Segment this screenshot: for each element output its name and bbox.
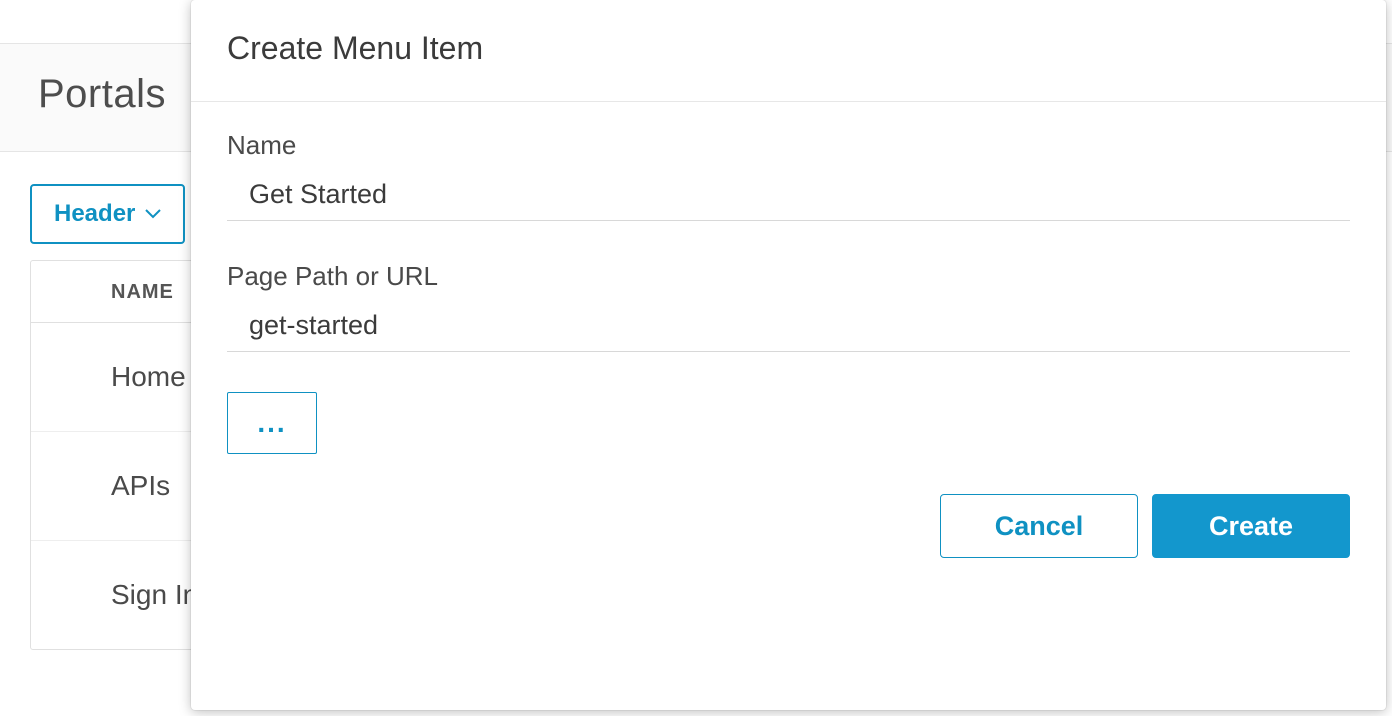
header-dropdown-label: Header [54,200,135,228]
caret-down-icon [145,209,161,219]
path-label: Page Path or URL [227,261,1350,292]
path-input[interactable] [227,302,1350,352]
name-field: Name [227,130,1350,221]
create-menu-item-modal: Create Menu Item Name Page Path or URL .… [191,0,1386,710]
modal-title: Create Menu Item [227,30,1350,67]
create-button[interactable]: Create [1152,494,1350,558]
name-input[interactable] [227,171,1350,221]
column-header-name: NAME [111,281,174,304]
row-name: APIs [111,470,170,502]
header-dropdown[interactable]: Header [30,184,185,244]
ellipsis-icon: ... [257,407,286,439]
name-label: Name [227,130,1350,161]
path-field: Page Path or URL [227,261,1350,352]
row-name: Sign In [111,579,198,611]
row-name: Home [111,361,186,393]
modal-header: Create Menu Item [191,0,1386,102]
modal-footer: Cancel Create [191,474,1386,594]
modal-body: Name Page Path or URL ... [191,102,1386,474]
cancel-button[interactable]: Cancel [940,494,1138,558]
more-options-button[interactable]: ... [227,392,317,454]
